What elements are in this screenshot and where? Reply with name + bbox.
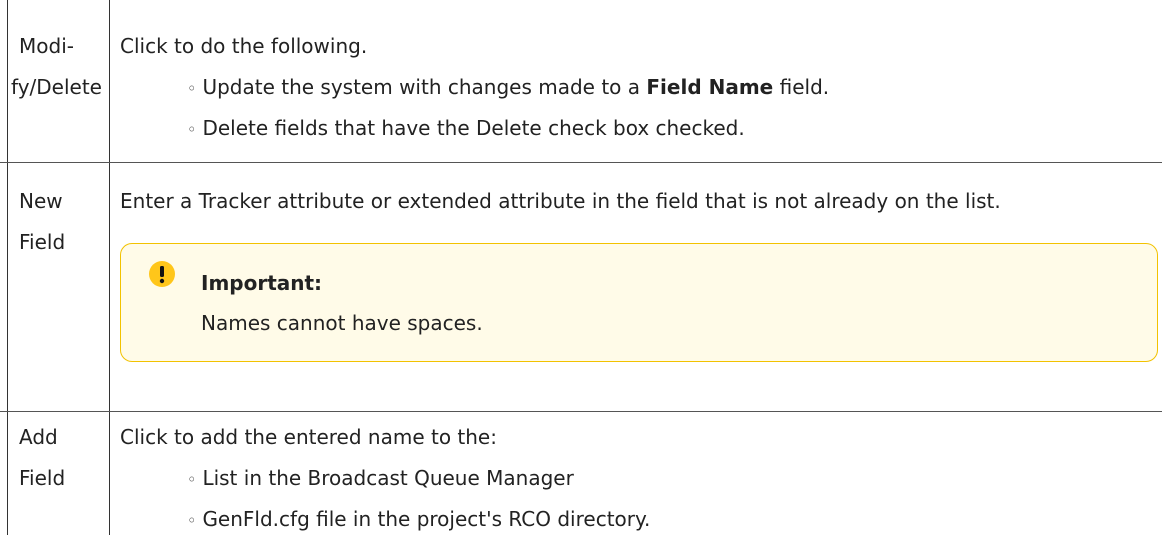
bullet-circle-icon: ◦ [187, 79, 197, 98]
bullet-circle-icon: ◦ [187, 511, 197, 530]
row-divider-1 [0, 162, 1162, 163]
row-divider-2 [0, 411, 1162, 412]
term-add-field-line2: Field [19, 466, 66, 490]
term-modify-delete-line2: fy/Delete [11, 75, 102, 99]
field-name-term: Field Name [646, 75, 774, 99]
column-divider [109, 0, 110, 535]
note-body: Names cannot have spaces. [201, 311, 483, 335]
left-border [7, 0, 8, 535]
add-field-bullet-2: ◦ GenFld.cfg file in the project's RCO di… [187, 507, 651, 531]
modify-delete-bullet-2: ◦ Delete fields that have the Delete chec… [187, 116, 745, 140]
term-modify-delete-line1: Modi- [19, 34, 74, 58]
term-add-field-line1: Add [19, 425, 58, 449]
term-new-field-line1: New [19, 189, 63, 213]
add-field-bullet-1: ◦ List in the Broadcast Queue Manager [187, 466, 574, 490]
bullet-circle-icon: ◦ [187, 470, 197, 489]
important-note: Important: Names cannot have spaces. [120, 243, 1158, 362]
modify-delete-bullet-1: ◦ Update the system with changes made to … [187, 75, 830, 99]
exclamation-icon [149, 261, 175, 287]
note-title: Important: [201, 271, 323, 295]
add-field-intro: Click to add the entered name to the: [120, 425, 497, 449]
bullet-circle-icon: ◦ [187, 120, 197, 139]
modify-delete-intro: Click to do the following. [120, 34, 368, 58]
new-field-description: Enter a Tracker attribute or extended at… [120, 189, 1001, 213]
term-new-field-line2: Field [19, 230, 66, 254]
